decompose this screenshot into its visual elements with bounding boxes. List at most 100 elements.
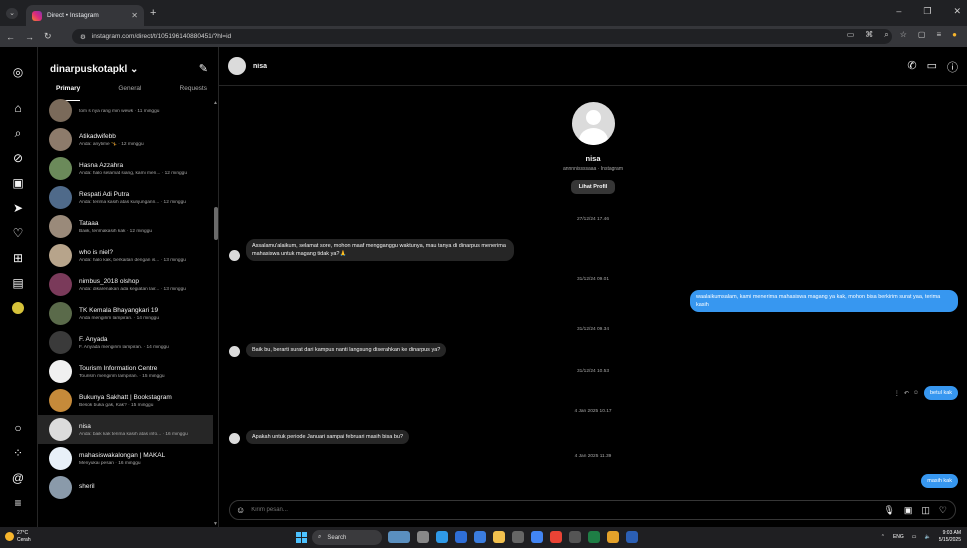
forward-icon[interactable]: → <box>25 32 34 42</box>
messages-icon[interactable]: ➤ <box>9 199 27 217</box>
close-window-icon[interactable]: ✕ <box>953 6 961 17</box>
minimize-icon[interactable]: – <box>896 6 901 17</box>
thread-item[interactable]: TK Kemala Bhayangkari 19 Anda mengirim la… <box>38 299 213 328</box>
thread-item[interactable]: sheril <box>38 473 213 502</box>
thread-item[interactable]: mahasiswakalongan | MAKAL Menyukai pesan … <box>38 444 213 473</box>
chrome-icon[interactable] <box>531 531 543 543</box>
scroll-up-icon[interactable]: ▲ <box>213 100 218 106</box>
copilot-icon[interactable] <box>436 531 448 543</box>
address-bar[interactable]: ⚙ instagram.com/direct/t/105196140880451… <box>72 29 892 44</box>
file-explorer-icon[interactable] <box>493 531 505 543</box>
more-menu-icon[interactable]: ≡ <box>9 494 27 512</box>
threads-app-icon[interactable]: @ <box>9 469 27 487</box>
edge-icon[interactable] <box>474 531 486 543</box>
thread-item[interactable]: tom s nya rang min wewk · 11 minggu <box>38 96 213 125</box>
phone-icon[interactable]: ✆ <box>907 59 916 75</box>
message-bubble[interactable]: masih kak <box>921 474 958 488</box>
browser-tab[interactable]: Direct • Instagram ✕ <box>26 5 144 26</box>
instagram-logo-icon[interactable]: ◎ <box>9 63 27 81</box>
menu-icon[interactable]: ≡ <box>936 30 941 40</box>
task-view-icon[interactable] <box>417 531 429 543</box>
thread-item[interactable]: Hasna Azzahra Anda: halo selamat siang, k… <box>38 154 213 183</box>
chat-title[interactable]: nisa <box>253 63 267 70</box>
taskbar-search[interactable]: ⌕ Search <box>312 530 382 545</box>
reply-icon[interactable]: ↶ <box>904 390 909 397</box>
tray-chevron-icon[interactable]: ⌃ <box>881 534 885 540</box>
image-icon[interactable]: ▣ <box>904 505 913 516</box>
thread-item[interactable]: F. Anyada F. Anyada mengirim lampiran. · … <box>38 328 213 357</box>
thread-item[interactable]: who is niel? Anda: halo kak, berkaitan de… <box>38 241 213 270</box>
thread-item[interactable]: Tataaa Baiik, terimakasih kak · 12 minggu <box>38 212 213 241</box>
widgets-icon[interactable] <box>388 531 410 543</box>
notifications-heart-icon[interactable]: ♡ <box>9 224 27 242</box>
volume-icon[interactable]: 🔈 <box>925 534 931 540</box>
view-profile-button[interactable]: Lihat Profil <box>570 180 616 194</box>
site-info-icon[interactable]: ⚙ <box>80 33 86 41</box>
home-icon[interactable]: ⌂ <box>9 99 27 117</box>
meta-icon[interactable]: ⁘ <box>9 444 27 462</box>
video-icon[interactable]: ▭ <box>927 59 937 75</box>
profile-icon[interactable]: ● <box>952 30 957 40</box>
start-icon[interactable] <box>296 532 307 543</box>
explore-icon[interactable]: ⊘ <box>9 149 27 167</box>
profile-avatar[interactable] <box>9 299 27 317</box>
chat-avatar[interactable] <box>228 57 246 75</box>
network-icon[interactable]: ▭ <box>912 534 917 540</box>
message-bubble[interactable]: waalaikumsalam, kami menerima mahasiswa … <box>690 290 958 312</box>
message-bubble[interactable]: betul kak <box>923 386 958 400</box>
photos-icon[interactable] <box>607 531 619 543</box>
thread-item[interactable]: nimbus_2018 olshop Anda: dikarenakan ada … <box>38 270 213 299</box>
new-tab-icon[interactable]: + <box>150 7 156 19</box>
bookmark-star-icon[interactable]: ☆ <box>900 30 907 40</box>
terminal-icon[interactable] <box>569 531 581 543</box>
react-icon[interactable]: ☺ <box>913 390 919 397</box>
sticker-icon[interactable]: ◫ <box>921 505 930 516</box>
chrome-profile-icon[interactable] <box>550 531 562 543</box>
weather-icon[interactable] <box>5 532 14 541</box>
thread-avatar <box>49 302 72 325</box>
thread-item[interactable]: Bukunya Sakhatt | Bookstagram Besok buka … <box>38 386 213 415</box>
store-icon[interactable] <box>455 531 467 543</box>
sender-avatar[interactable] <box>229 433 240 444</box>
search-icon[interactable]: ⌕ <box>9 124 27 142</box>
message-bubble[interactable]: Baik bu, berarti surat dari kampus nanti… <box>246 343 447 357</box>
excel-icon[interactable] <box>588 531 600 543</box>
dashboard-icon[interactable]: ▤ <box>9 274 27 292</box>
sender-avatar[interactable] <box>229 346 240 357</box>
cast-icon[interactable]: ▭ <box>847 30 855 40</box>
word-icon[interactable] <box>626 531 638 543</box>
translate-icon[interactable]: ⌘ <box>865 30 873 40</box>
info-icon[interactable]: ⓘ <box>947 59 958 75</box>
heart-icon[interactable]: ♡ <box>939 505 947 516</box>
language-indicator[interactable]: ENG <box>893 534 904 540</box>
zoom-icon[interactable]: ⌕ <box>884 30 888 40</box>
inbox-scrollbar[interactable] <box>214 207 218 240</box>
thread-item[interactable]: Tourism Information Centre Tourism mengir… <box>38 357 213 386</box>
thread-item[interactable]: nisa Anda: baik kak terima kasih atas inf… <box>38 415 213 444</box>
reload-icon[interactable]: ↻ <box>44 31 52 42</box>
compose-icon[interactable]: ✎ <box>199 62 208 75</box>
account-switcher[interactable]: dinarpuskotapkl ⌄ <box>50 64 138 75</box>
app-icon[interactable] <box>512 531 524 543</box>
thread-item[interactable]: Atikadwifebb Anda: anytime 🤸 · 12 minggu <box>38 125 213 154</box>
sender-avatar[interactable] <box>229 250 240 261</box>
message-timestamp: 31/12/24 09.34 <box>576 327 609 332</box>
more-icon[interactable]: ⋮ <box>894 390 900 397</box>
tab-search-icon[interactable]: ⌄ <box>6 8 18 19</box>
message-bubble[interactable]: Assalamu'alaikum, selamat sore, mohon ma… <box>246 239 514 261</box>
threads-icon[interactable]: ○ <box>9 419 27 437</box>
message-input[interactable] <box>251 507 878 513</box>
microphone-icon[interactable]: 🎙 <box>883 505 894 516</box>
reels-icon[interactable]: ▣ <box>9 174 27 192</box>
clock[interactable]: 9:03 AM 5/15/2025 <box>939 530 961 544</box>
extensions-icon[interactable]: ▢ <box>918 30 926 40</box>
restore-icon[interactable]: ❐ <box>923 6 931 17</box>
close-tab-icon[interactable]: ✕ <box>131 11 138 20</box>
back-icon[interactable]: ← <box>6 32 15 42</box>
thread-preview: Anda: dikarenakan ada kegiatan lair... ·… <box>79 286 186 292</box>
message-bubble[interactable]: Apakah untuk periode Januari sampai febr… <box>246 430 410 444</box>
create-icon[interactable]: ⊞ <box>9 249 27 267</box>
emoji-icon[interactable]: ☺ <box>236 505 245 515</box>
thread-item[interactable]: Respati Adi Putra Anda: terima kasih atas… <box>38 183 213 212</box>
weather-widget[interactable]: 27°C Cerah <box>17 530 31 544</box>
